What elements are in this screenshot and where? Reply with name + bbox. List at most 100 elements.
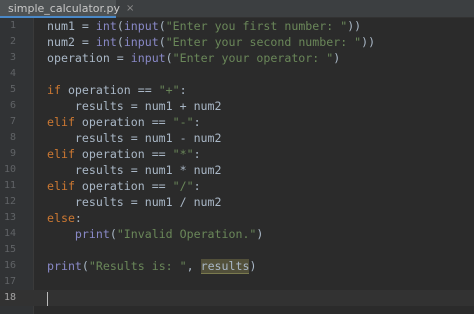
- line-number: 14: [3, 228, 16, 239]
- string-literal: "Enter your second number: ": [165, 35, 362, 49]
- string-literal: "Enter you first number: ": [165, 19, 348, 33]
- code-fragment: results = num1 / num2: [74, 195, 222, 209]
- code-text[interactable]: elif operation == "/":: [47, 178, 201, 194]
- code-fragment: )): [361, 35, 376, 49]
- paren: (: [158, 19, 166, 33]
- text-caret: [47, 292, 48, 306]
- code-fragment: num2 =: [47, 35, 96, 49]
- line-number: 3: [9, 52, 16, 63]
- code-text[interactable]: results = num1 + num2: [47, 98, 222, 114]
- code-line[interactable]: 18: [0, 290, 474, 306]
- line-number: 2: [9, 36, 16, 47]
- code-text[interactable]: results = num1 * num2: [47, 162, 222, 178]
- code-line[interactable]: 12 results = num1 / num2: [0, 194, 474, 210]
- code-line[interactable]: 3 operation = input("Enter your operator:…: [0, 50, 474, 66]
- line-number: 4: [9, 68, 16, 79]
- paren: (: [116, 35, 124, 49]
- code-line[interactable]: 15: [0, 242, 474, 258]
- line-number: 16: [3, 260, 16, 271]
- highlighted-identifier: results: [200, 259, 250, 274]
- line-number: 7: [9, 116, 16, 127]
- line-number: 11: [3, 180, 16, 191]
- string-literal: "-": [172, 115, 194, 129]
- code-line[interactable]: 6 results = num1 + num2: [0, 98, 474, 114]
- code-line[interactable]: 11 elif operation == "/":: [0, 178, 474, 194]
- line-number: 12: [3, 196, 16, 207]
- code-fragment: operation ==: [60, 83, 159, 97]
- string-literal: "Results is: ": [88, 259, 187, 273]
- code-fragment: :: [179, 83, 187, 97]
- code-text[interactable]: print("Results is: ", results): [47, 258, 256, 274]
- string-literal: "*": [172, 147, 194, 161]
- code-editor[interactable]: simple_calculator.py × 1 num1 = int(input…: [0, 0, 474, 314]
- code-line[interactable]: 10 results = num1 * num2: [0, 162, 474, 178]
- paren: (: [109, 227, 117, 241]
- code-text[interactable]: elif operation == "*":: [47, 146, 201, 162]
- code-line[interactable]: 4: [0, 66, 474, 82]
- code-text[interactable]: else:: [47, 210, 82, 226]
- code-fragment: :: [193, 179, 201, 193]
- code-line[interactable]: 16 print("Results is: ", results): [0, 258, 474, 274]
- string-literal: "Invalid Operation.": [116, 227, 257, 241]
- code-text[interactable]: operation = input("Enter your operator: …: [47, 50, 340, 66]
- line-number: 8: [9, 132, 16, 143]
- code-fragment: results = num1 - num2: [74, 131, 222, 145]
- code-text[interactable]: if operation == "+":: [47, 82, 187, 98]
- line-number: 18: [3, 292, 16, 303]
- code-text[interactable]: print("Invalid Operation."): [47, 226, 263, 242]
- paren: (: [116, 19, 124, 33]
- code-fragment: ): [333, 51, 341, 65]
- code-text[interactable]: num2 = int(input("Enter your second numb…: [47, 34, 375, 50]
- paren: (: [165, 51, 173, 65]
- keyword: else: [47, 211, 75, 225]
- code-fragment: results = num1 + num2: [74, 99, 222, 113]
- line-number: 6: [9, 100, 16, 111]
- code-fragment: results = num1 * num2: [74, 163, 222, 177]
- code-text[interactable]: results = num1 / num2: [47, 194, 222, 210]
- editor-tab-bar: simple_calculator.py ×: [0, 0, 474, 18]
- code-line[interactable]: 7 elif operation == "-":: [0, 114, 474, 130]
- code-line[interactable]: 13 else:: [0, 210, 474, 226]
- code-line[interactable]: 8 results = num1 - num2: [0, 130, 474, 146]
- line-number: 9: [9, 148, 16, 159]
- code-fragment: :: [193, 115, 201, 129]
- line-number: 1: [9, 20, 16, 31]
- tab-simple-calculator[interactable]: simple_calculator.py ×: [0, 0, 134, 18]
- line-number: 15: [3, 244, 16, 255]
- close-tab-icon[interactable]: ×: [126, 3, 134, 14]
- code-fragment: :: [193, 147, 201, 161]
- code-line[interactable]: 9 elif operation == "*":: [0, 146, 474, 162]
- string-literal: "Enter your operator: ": [172, 51, 334, 65]
- code-line[interactable]: 1 num1 = int(input("Enter you first numbe…: [0, 18, 474, 34]
- paren: (: [158, 35, 166, 49]
- code-line[interactable]: 2 num2 = int(input("Enter your second num…: [0, 34, 474, 50]
- paren: ): [249, 259, 257, 273]
- code-fragment: :: [74, 211, 82, 225]
- code-line[interactable]: 17: [0, 274, 474, 290]
- string-literal: "+": [158, 83, 180, 97]
- builtin-call: int: [95, 19, 117, 33]
- keyword: elif: [47, 179, 75, 193]
- tab-filename: simple_calculator.py: [8, 2, 121, 15]
- code-text[interactable]: num1 = int(input("Enter you first number…: [47, 18, 361, 34]
- string-literal: "/": [172, 179, 194, 193]
- builtin-call: input: [130, 51, 166, 65]
- code-fragment: operation ==: [74, 179, 173, 193]
- code-fragment: operation ==: [74, 147, 173, 161]
- code-fragment: ,: [186, 259, 201, 273]
- builtin-call: input: [123, 19, 159, 33]
- code-line[interactable]: 14 print("Invalid Operation."): [0, 226, 474, 242]
- builtin-call: int: [95, 35, 117, 49]
- line-number: 17: [3, 276, 16, 287]
- code-fragment: operation ==: [74, 115, 173, 129]
- code-fragment: operation =: [47, 51, 131, 65]
- code-fragment: num1 =: [47, 19, 96, 33]
- builtin-call: input: [123, 35, 159, 49]
- code-text[interactable]: results = num1 - num2: [47, 130, 222, 146]
- line-number: 10: [3, 164, 16, 175]
- code-text[interactable]: elif operation == "-":: [47, 114, 201, 130]
- code-line[interactable]: 5 if operation == "+":: [0, 82, 474, 98]
